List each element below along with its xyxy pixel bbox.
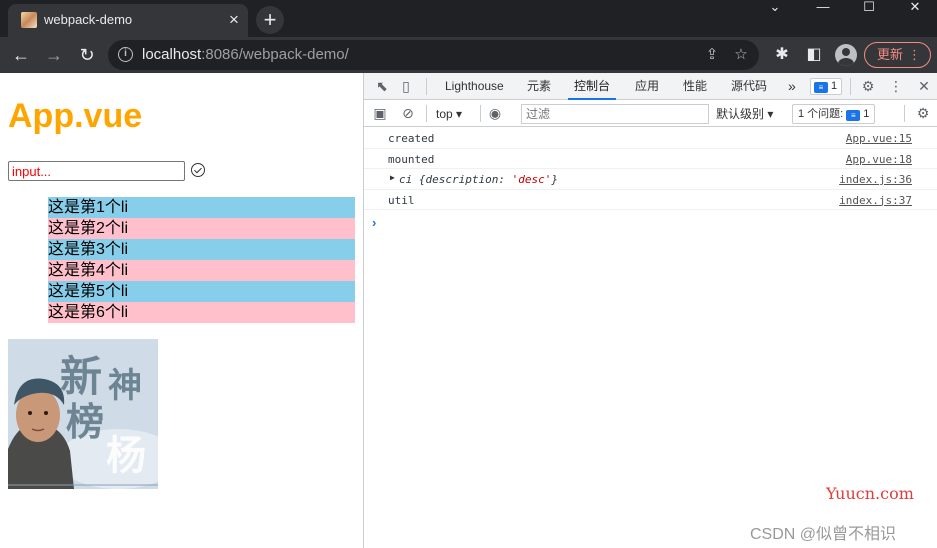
message-icon: ≡: [814, 82, 828, 93]
list-item: 这是第1个li: [48, 197, 355, 218]
issues-badge[interactable]: ≡ 1: [810, 78, 843, 95]
extensions-icon[interactable]: ✱: [771, 44, 793, 66]
tab-strip: webpack-demo × + ⌄ — ☐ ✕: [0, 0, 937, 37]
list-item: 这是第2个li: [48, 218, 355, 239]
expand-triangle-icon[interactable]: ▶: [390, 173, 395, 182]
browser-tab[interactable]: webpack-demo ×: [8, 4, 248, 37]
divider: [904, 105, 905, 122]
favicon-icon: [21, 12, 37, 28]
address-bar[interactable]: i localhost:8086/webpack-demo/ ⇪ ☆: [108, 40, 759, 70]
inspect-icon[interactable]: ⬉: [372, 77, 392, 96]
context-select[interactable]: top ▾: [436, 105, 462, 123]
console-message: util index.js:37: [364, 190, 937, 210]
poster-image: 新 神 榜 杨: [8, 339, 158, 489]
console-prompt[interactable]: ›: [372, 215, 376, 230]
forward-icon[interactable]: →: [40, 41, 68, 69]
reload-icon[interactable]: ↻: [73, 41, 101, 69]
console-toolbar: ▣ ⊘ top ▾ ◉ 默认级别 ▾ 1 个问题: ≡1 ⚙: [364, 101, 937, 127]
tab-application[interactable]: 应用: [629, 73, 665, 100]
close-devtools-icon[interactable]: ✕: [914, 77, 934, 96]
minimize-icon[interactable]: —: [800, 0, 846, 18]
poster-char: 神: [108, 366, 142, 406]
tab-search-icon[interactable]: ⌄: [752, 0, 798, 18]
list-item: 这是第3个li: [48, 239, 355, 260]
console-message: ▶ ci {description: 'desc'} index.js:36: [364, 169, 937, 190]
info-icon[interactable]: i: [118, 47, 133, 62]
message-text: created: [388, 132, 435, 145]
update-button[interactable]: 更新 ⋮: [864, 42, 931, 68]
back-icon[interactable]: ←: [7, 41, 35, 69]
maximize-icon[interactable]: ☐: [846, 0, 892, 18]
plus-icon[interactable]: +: [256, 6, 284, 34]
tab-elements[interactable]: 元素: [521, 73, 557, 100]
source-link[interactable]: App.vue:15: [846, 132, 912, 145]
window-close-icon[interactable]: ✕: [892, 0, 937, 18]
tab-title: webpack-demo: [44, 12, 133, 27]
console-output: created App.vue:15 mounted App.vue:18 ▶ …: [364, 128, 937, 210]
settings-icon[interactable]: ⚙: [913, 104, 933, 123]
poster-char: 杨: [106, 432, 146, 479]
share-icon[interactable]: ⇪: [702, 45, 722, 65]
tab-sources[interactable]: 源代码: [725, 73, 773, 100]
eye-icon[interactable]: ◉: [485, 104, 505, 123]
level-select[interactable]: 默认级别 ▾: [716, 105, 773, 123]
settings-icon[interactable]: ⚙: [858, 77, 878, 96]
poster-char: 榜: [66, 399, 104, 444]
tab-performance[interactable]: 性能: [677, 73, 713, 100]
avatar-icon[interactable]: [835, 44, 857, 66]
source-link[interactable]: index.js:36: [839, 173, 912, 186]
object-preview[interactable]: ci {description: 'desc'}: [399, 173, 558, 186]
author-watermark: CSDN @似曾不相识: [750, 526, 897, 543]
clear-icon[interactable]: ⊘: [398, 104, 418, 123]
poster-char: 新: [60, 352, 102, 401]
devtools-panel: ⬉ ▯ Lighthouse 元素 控制台 应用 性能 源代码 » ≡ 1 ⚙ ⋮…: [363, 73, 937, 548]
text-input[interactable]: [8, 161, 185, 181]
divider: [426, 105, 427, 122]
kebab-icon[interactable]: ⋮: [886, 77, 906, 96]
filter-input[interactable]: [521, 104, 709, 124]
close-icon[interactable]: ×: [224, 10, 244, 30]
divider: [480, 105, 481, 122]
divider: [850, 78, 851, 95]
source-link[interactable]: index.js:37: [839, 194, 912, 207]
check-circle-icon: [191, 163, 205, 177]
issues-count-button[interactable]: 1 个问题: ≡ 1: [792, 104, 876, 124]
page-title: App.vue: [8, 97, 143, 135]
item-list: 这是第1个li 这是第2个li 这是第3个li 这是第4个li 这是第5个li …: [48, 197, 355, 323]
devtools-tabbar: ⬉ ▯ Lighthouse 元素 控制台 应用 性能 源代码 » ≡ 1 ⚙ ⋮…: [364, 73, 937, 100]
page-content: App.vue 这是第1个li 这是第2个li 这是第3个li 这是第4个li …: [0, 73, 363, 548]
divider: [426, 78, 427, 95]
list-item: 这是第6个li: [48, 302, 355, 323]
sidepanel-icon[interactable]: ◧: [803, 44, 825, 66]
source-link[interactable]: App.vue:18: [846, 153, 912, 166]
list-item: 这是第4个li: [48, 260, 355, 281]
site-watermark: Yuucn.com: [826, 484, 914, 503]
console-message: mounted App.vue:18: [364, 149, 937, 169]
message-text: util: [388, 193, 415, 207]
console-message: created App.vue:15: [364, 128, 937, 149]
sidebar-toggle-icon[interactable]: ▣: [370, 104, 390, 123]
tab-console[interactable]: 控制台: [568, 73, 617, 100]
tab-lighthouse[interactable]: Lighthouse: [439, 73, 510, 100]
star-icon[interactable]: ☆: [731, 45, 751, 65]
more-tabs-button[interactable]: »: [782, 73, 802, 100]
poster-art: 新 神 榜 杨: [8, 339, 158, 489]
message-text: mounted: [388, 152, 435, 166]
browser-toolbar: ← → ↻ i localhost:8086/webpack-demo/ ⇪ ☆…: [0, 37, 937, 73]
device-icon[interactable]: ▯: [396, 77, 416, 96]
url-text[interactable]: localhost:8086/webpack-demo/: [142, 46, 349, 63]
message-icon: ≡: [846, 110, 861, 121]
list-item: 这是第5个li: [48, 281, 355, 302]
